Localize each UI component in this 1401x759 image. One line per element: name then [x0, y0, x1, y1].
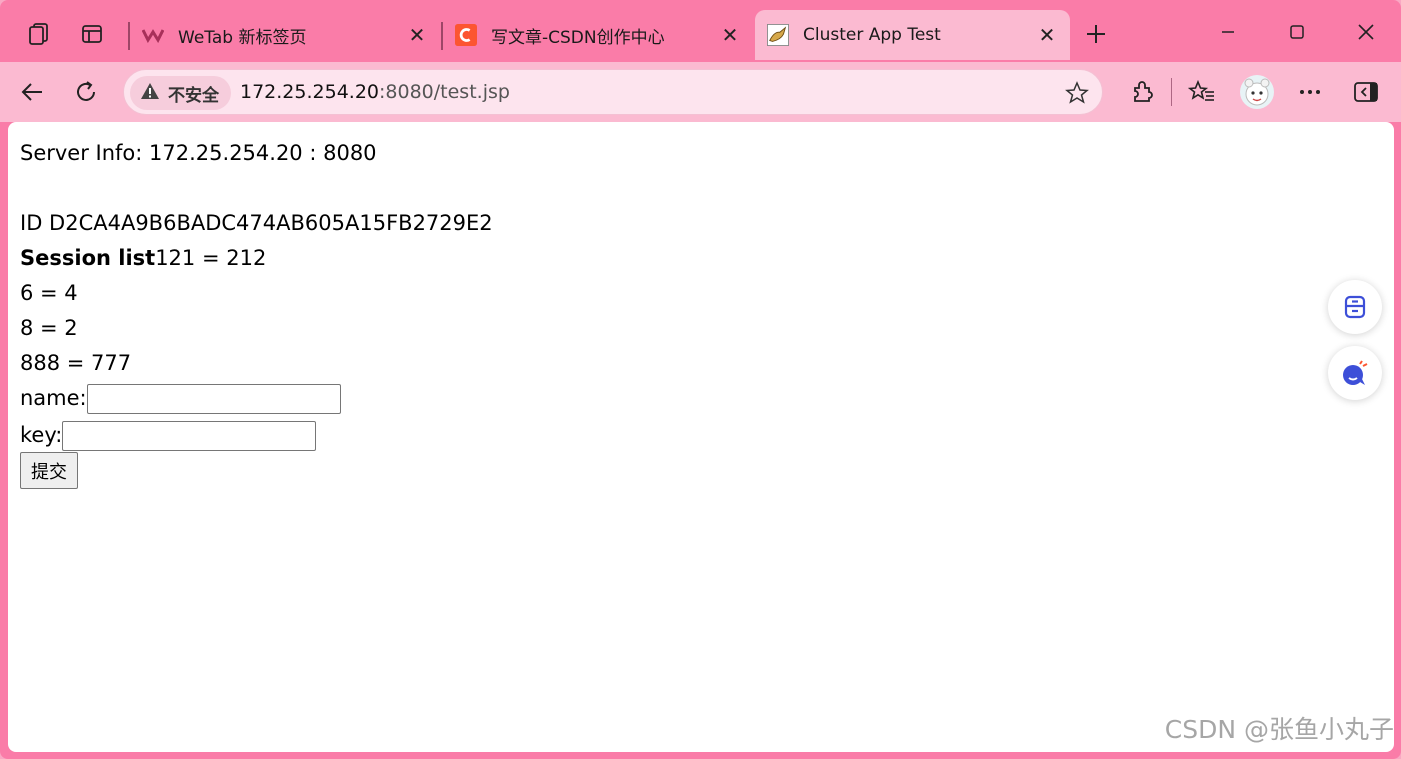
watermark: CSDN @张鱼小丸子 — [1164, 715, 1394, 744]
close-window-icon[interactable] — [1334, 10, 1398, 54]
close-tab-icon[interactable]: ✕ — [1034, 22, 1060, 48]
tab-csdn[interactable]: 写文章-CSDN创作中心 ✕ — [443, 10, 753, 60]
url-host: 172.25.254.20 — [240, 81, 380, 103]
name-input[interactable] — [86, 384, 341, 414]
session-list-row: Session list121 = 212 — [20, 241, 493, 276]
submit-button[interactable]: 提交 — [20, 452, 78, 489]
key-label: key: — [20, 423, 63, 447]
favorites-icon[interactable] — [1184, 74, 1220, 110]
server-info: Server Info: 172.25.254.20 : 8080 — [20, 141, 377, 165]
session-entry: 8 = 2 — [20, 316, 78, 340]
address-bar[interactable]: 不安全 172.25.254.20:8080/test.jsp — [123, 69, 1103, 115]
minimize-icon[interactable] — [1196, 10, 1260, 54]
tomcat-icon — [767, 24, 789, 46]
session-list-label: Session list — [20, 246, 156, 270]
float-tool-icon[interactable] — [1328, 280, 1382, 334]
tab-label: WeTab 新标签页 — [178, 27, 307, 48]
warning-icon — [140, 82, 160, 105]
security-indicator[interactable]: 不安全 — [130, 76, 231, 110]
new-tab-icon[interactable] — [1080, 18, 1112, 50]
url-text[interactable]: 172.25.254.20:8080/test.jsp — [240, 81, 510, 103]
csdn-icon — [455, 24, 477, 46]
favorite-star-icon[interactable] — [1062, 78, 1092, 108]
session-entry: 121 = 212 — [155, 246, 267, 270]
close-tab-icon[interactable]: ✕ — [717, 22, 743, 48]
refresh-icon[interactable] — [68, 74, 104, 110]
tab-label: Cluster App Test — [803, 25, 941, 45]
session-entry: 888 = 777 — [20, 351, 132, 375]
name-row: name: — [20, 381, 493, 418]
tab-strip: WeTab 新标签页 ✕ 写文章-CSDN创作中心 ✕ Cluster App … — [0, 0, 1401, 62]
security-label: 不安全 — [168, 85, 219, 106]
float-assistant-icon[interactable] — [1328, 346, 1382, 400]
wetab-icon — [142, 24, 164, 46]
browser-window: WeTab 新标签页 ✕ 写文章-CSDN创作中心 ✕ Cluster App … — [0, 0, 1401, 759]
browser-toolbar: 不安全 172.25.254.20:8080/test.jsp — [0, 62, 1401, 122]
extensions-icon[interactable] — [1124, 74, 1160, 110]
session-id: ID D2CA4A9B6BADC474AB605A15FB2729E2 — [20, 211, 493, 235]
back-icon[interactable] — [14, 74, 50, 110]
tab-cluster-app-test[interactable]: Cluster App Test ✕ — [755, 10, 1070, 60]
vertical-tabs-icon[interactable] — [76, 18, 108, 50]
close-tab-icon[interactable]: ✕ — [404, 22, 430, 48]
profile-avatar[interactable] — [1237, 72, 1277, 112]
tab-wetab[interactable]: WeTab 新标签页 ✕ — [130, 10, 440, 60]
url-path: :8080/test.jsp — [379, 81, 510, 103]
page-content: Server Info: 172.25.254.20 : 8080 ID D2C… — [8, 122, 1394, 752]
sidebar-toggle-icon[interactable] — [1348, 74, 1384, 110]
workspaces-icon[interactable] — [22, 18, 54, 50]
key-row: key: — [20, 418, 493, 452]
name-label: name: — [20, 386, 87, 410]
session-entry: 6 = 4 — [20, 281, 78, 305]
tab-label: 写文章-CSDN创作中心 — [491, 27, 665, 48]
maximize-icon[interactable] — [1265, 10, 1329, 54]
more-options-icon[interactable] — [1292, 74, 1328, 110]
key-input[interactable] — [62, 421, 317, 451]
